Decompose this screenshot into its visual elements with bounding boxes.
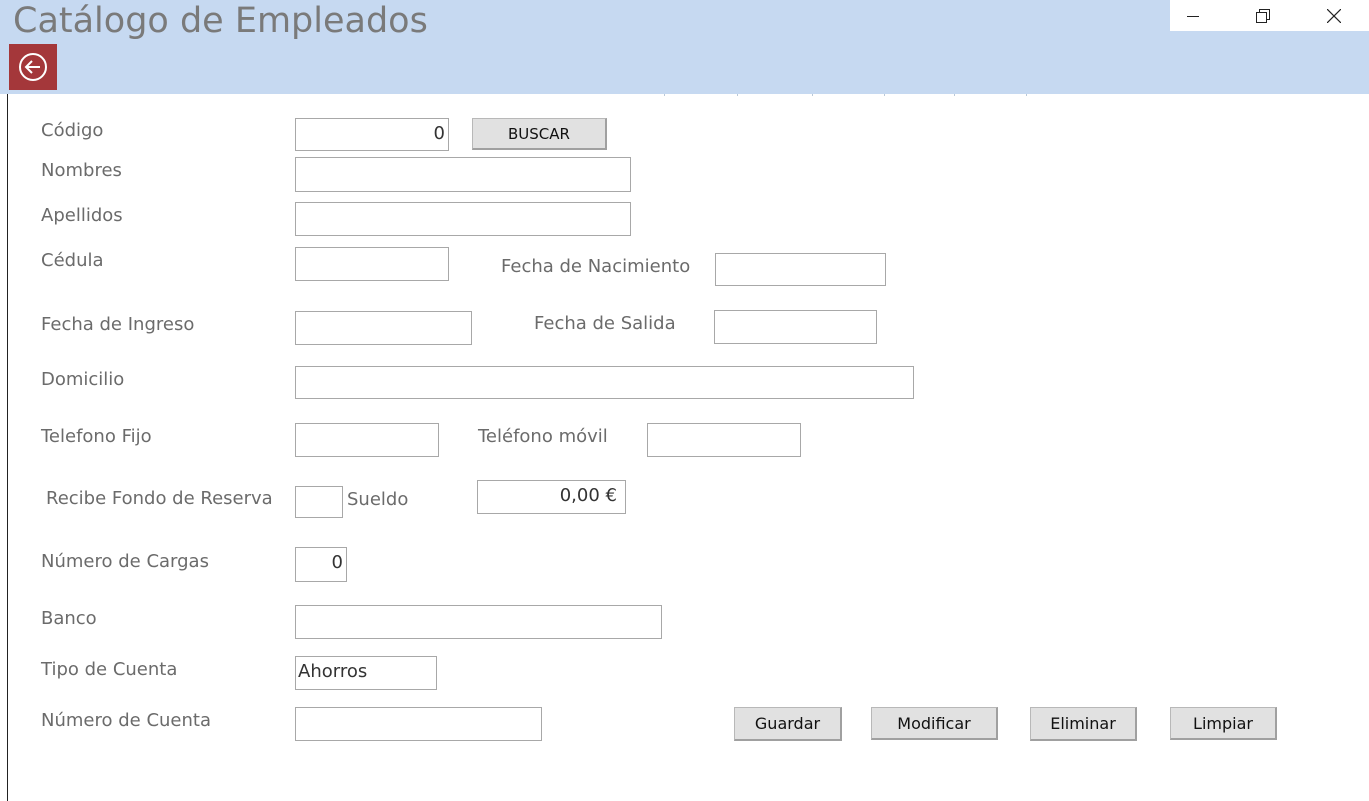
domicilio-field[interactable] — [295, 366, 914, 399]
limpiar-button[interactable]: Limpiar — [1170, 707, 1277, 740]
divider — [954, 94, 1011, 96]
form-left-border — [7, 94, 8, 801]
numero-cargas-field[interactable]: 0 — [295, 547, 347, 582]
tipo-cuenta-label: Tipo de Cuenta — [41, 659, 178, 680]
domicilio-label: Domicilio — [41, 369, 125, 390]
close-button[interactable] — [1311, 0, 1357, 31]
fondo-reserva-checkbox[interactable] — [295, 486, 343, 518]
restore-button[interactable] — [1240, 0, 1286, 31]
fecha-ingreso-field[interactable] — [295, 311, 472, 345]
telefono-movil-label: Teléfono móvil — [478, 426, 608, 447]
sueldo-label: Sueldo — [347, 489, 409, 510]
banco-field[interactable] — [295, 605, 662, 639]
nombres-label: Nombres — [41, 160, 122, 181]
apellidos-label: Apellidos — [41, 205, 123, 226]
telefono-movil-field[interactable] — [647, 423, 801, 457]
back-button[interactable] — [9, 44, 57, 90]
fecha-nacimiento-label: Fecha de Nacimiento — [501, 256, 691, 277]
numero-cargas-label: Número de Cargas — [41, 551, 209, 572]
numero-cuenta-field[interactable] — [295, 707, 542, 741]
minimize-icon — [1187, 15, 1199, 17]
modificar-button[interactable]: Modificar — [871, 707, 998, 740]
apellidos-field[interactable] — [295, 202, 631, 236]
codigo-label: Código — [41, 120, 104, 141]
eliminar-button[interactable]: Eliminar — [1030, 707, 1137, 741]
sueldo-field[interactable]: 0,00 € — [477, 480, 626, 514]
window-controls — [1170, 0, 1369, 31]
divider — [664, 94, 721, 96]
divider — [812, 94, 869, 96]
form-title: Catálogo de Empleados — [13, 1, 428, 41]
restore-icon — [1256, 8, 1270, 23]
fondo-reserva-label: Recibe Fondo de Reserva — [46, 488, 273, 509]
codigo-field[interactable]: 0 — [295, 118, 449, 151]
guardar-button[interactable]: Guardar — [734, 707, 842, 741]
cedula-label: Cédula — [41, 250, 104, 271]
tipo-cuenta-field[interactable]: Ahorros — [295, 656, 437, 690]
fecha-nacimiento-field[interactable] — [715, 253, 886, 286]
divider — [1026, 94, 1084, 96]
banco-label: Banco — [41, 608, 97, 629]
fecha-salida-label: Fecha de Salida — [534, 313, 676, 334]
fecha-salida-field[interactable] — [714, 310, 877, 344]
back-arrow-icon — [19, 53, 47, 81]
minimize-button[interactable] — [1170, 0, 1216, 31]
buscar-button[interactable]: BUSCAR — [472, 118, 607, 150]
nombres-field[interactable] — [295, 157, 631, 192]
divider — [737, 94, 795, 96]
fecha-ingreso-label: Fecha de Ingreso — [41, 314, 195, 335]
close-icon — [1327, 8, 1341, 23]
divider — [884, 94, 941, 96]
telefono-fijo-field[interactable] — [295, 423, 439, 457]
cedula-field[interactable] — [295, 247, 449, 281]
numero-cuenta-label: Número de Cuenta — [41, 710, 211, 731]
telefono-fijo-label: Telefono Fijo — [41, 426, 152, 447]
